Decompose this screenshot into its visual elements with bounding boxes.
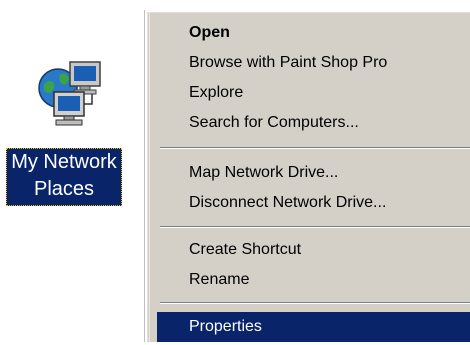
icon-label-line1: My Network bbox=[11, 151, 117, 173]
menu-item-properties[interactable]: Properties bbox=[157, 312, 470, 342]
menu-item-create-shortcut[interactable]: Create Shortcut bbox=[157, 235, 470, 265]
menu-separator bbox=[160, 302, 470, 304]
menu-item-browse-with-paint-shop-pro[interactable]: Browse with Paint Shop Pro bbox=[157, 48, 470, 78]
network-places-icon bbox=[38, 61, 101, 126]
menu-item-rename[interactable]: Rename bbox=[157, 265, 470, 295]
menu-item-map-network-drive[interactable]: Map Network Drive... bbox=[157, 158, 470, 188]
menu-separator bbox=[160, 147, 470, 149]
context-menu: Open Browse with Paint Shop Pro Explore … bbox=[145, 10, 470, 342]
icon-label-line2: Places bbox=[33, 178, 95, 200]
menu-item-disconnect-network-drive[interactable]: Disconnect Network Drive... bbox=[157, 188, 470, 218]
my-network-places-label[interactable]: My Network Places bbox=[6, 148, 122, 206]
menu-item-search-for-computers[interactable]: Search for Computers... bbox=[157, 108, 470, 138]
menu-separator bbox=[160, 226, 470, 228]
menu-item-explore[interactable]: Explore bbox=[157, 78, 470, 108]
my-network-places-shortcut[interactable]: My Network Places bbox=[6, 58, 122, 208]
menu-item-open[interactable]: Open bbox=[157, 18, 470, 48]
desktop: My Network Places Open Browse with Paint… bbox=[0, 0, 470, 345]
